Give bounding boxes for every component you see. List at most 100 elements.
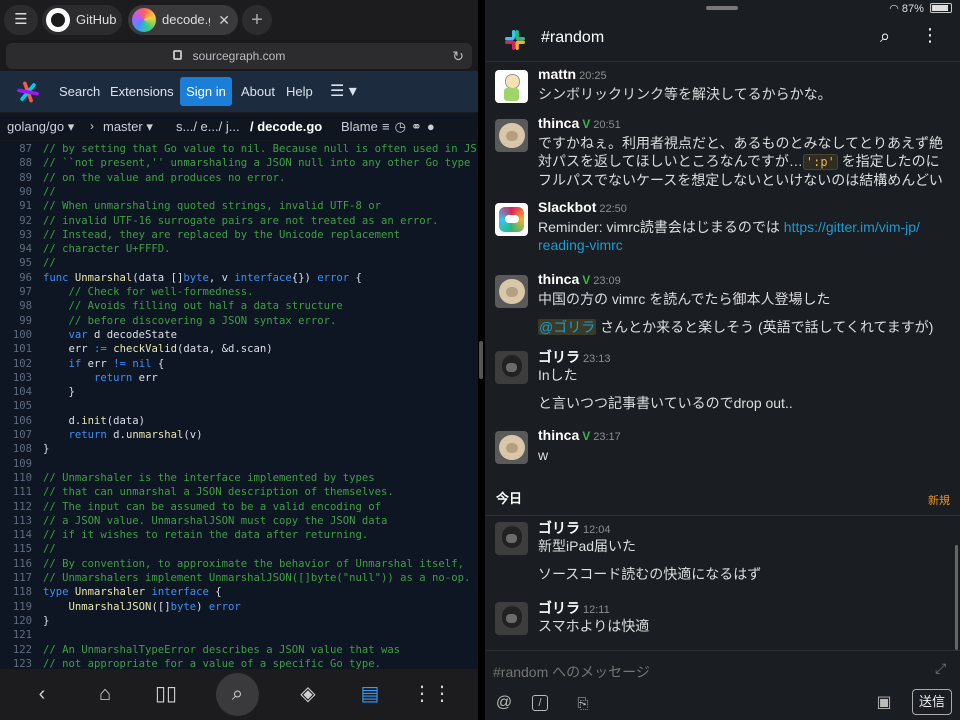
address-bar[interactable]: sourcegraph.com ↻ (6, 43, 472, 69)
sign-in-button[interactable]: Sign in (180, 77, 232, 106)
line-number[interactable]: 98 (0, 299, 32, 313)
sourcegraph-logo[interactable] (16, 80, 40, 104)
line-number[interactable]: 89 (0, 171, 32, 185)
hyperlink[interactable]: https://gitter.im/vim-jp/ (784, 219, 920, 235)
line-number[interactable]: 121 (0, 628, 32, 642)
scrollbar[interactable] (955, 545, 958, 650)
timestamp[interactable]: 20:25 (579, 70, 607, 82)
avatar[interactable] (495, 70, 528, 103)
expand-icon[interactable]: ⤢ (935, 660, 946, 677)
new-tab-button[interactable]: + (242, 5, 272, 35)
line-number[interactable]: 103 (0, 371, 32, 385)
line-number[interactable]: 101 (0, 342, 32, 356)
channel-name[interactable]: #random (541, 29, 604, 47)
timestamp[interactable]: 23:13 (583, 353, 611, 365)
hyperlink[interactable]: reading-vimrc (538, 237, 623, 253)
grid-icon[interactable]: ⋮⋮ (412, 669, 452, 720)
branch-selector[interactable]: master ▾ (103, 113, 153, 140)
avatar[interactable] (495, 351, 528, 384)
username[interactable]: ゴリラ (538, 520, 580, 536)
line-number[interactable]: 108 (0, 442, 32, 456)
line-number[interactable]: 102 (0, 357, 32, 371)
reload-icon[interactable]: ↻ (452, 43, 464, 69)
tab-github[interactable]: GitHub (42, 5, 122, 35)
nav-about-link[interactable]: About (241, 71, 275, 112)
username[interactable]: thinca (538, 427, 579, 443)
message-input[interactable] (493, 661, 913, 683)
layers-icon[interactable]: ◈ (288, 669, 328, 720)
line-number[interactable]: 114 (0, 528, 32, 542)
attach-icon[interactable]: ⎘ (572, 693, 594, 713)
tab-menu-button[interactable]: ☰ (4, 5, 38, 35)
history-icon[interactable]: ◷ (395, 119, 411, 134)
nav-extensions-link[interactable]: Extensions (110, 71, 174, 112)
multitask-grabber[interactable] (706, 6, 738, 10)
username[interactable]: thinca (538, 271, 579, 287)
search-icon[interactable]: ⌕ (880, 26, 890, 47)
line-number[interactable]: 91 (0, 199, 32, 213)
message-list[interactable]: 今日 新規 mattn 20:25 シンボリックリンク等を解決してるからかな。 thi… (485, 63, 960, 649)
line-number[interactable]: 88 (0, 156, 32, 170)
line-number[interactable]: 117 (0, 571, 32, 585)
line-number[interactable]: 115 (0, 542, 32, 556)
line-number[interactable]: 116 (0, 557, 32, 571)
timestamp[interactable]: 22:50 (599, 203, 627, 215)
link-icon[interactable]: ⚭ (411, 119, 427, 134)
avatar[interactable] (495, 119, 528, 152)
line-number[interactable]: 109 (0, 457, 32, 471)
avatar[interactable] (495, 431, 528, 464)
photo-icon[interactable]: ▣ (873, 693, 895, 713)
timestamp[interactable]: 23:17 (593, 431, 621, 443)
avatar[interactable] (495, 602, 528, 635)
slack-logo[interactable] (503, 28, 527, 52)
avatar[interactable] (495, 275, 528, 308)
back-icon[interactable]: ‹ (22, 669, 62, 720)
slash-command-icon[interactable]: / (532, 695, 548, 711)
line-number[interactable]: 110 (0, 471, 32, 485)
line-number[interactable]: 105 (0, 399, 32, 413)
nav-menu-button[interactable]: ☰ ▾ (330, 71, 357, 112)
line-number[interactable]: 99 (0, 314, 32, 328)
blame-button[interactable]: Blame (341, 113, 378, 140)
line-number[interactable]: 119 (0, 600, 32, 614)
split-handle[interactable] (479, 341, 483, 379)
line-number[interactable]: 95 (0, 256, 32, 270)
avatar[interactable] (495, 522, 528, 555)
username[interactable]: ゴリラ (538, 600, 580, 616)
line-number[interactable]: 120 (0, 614, 32, 628)
search-icon[interactable]: ⌕ (216, 673, 259, 716)
mention-icon[interactable]: @ (493, 693, 515, 713)
timestamp[interactable]: 20:51 (593, 119, 621, 131)
avatar[interactable] (495, 203, 528, 236)
line-number[interactable]: 97 (0, 285, 32, 299)
username[interactable]: mattn (538, 66, 576, 82)
timestamp[interactable]: 12:11 (583, 604, 610, 616)
line-number[interactable]: 90 (0, 185, 32, 199)
send-button[interactable]: 送信 (912, 689, 952, 715)
line-number[interactable]: 111 (0, 485, 32, 499)
bookmark-icon[interactable]: ⌂ (85, 669, 125, 720)
user-mention[interactable]: @ゴリラ (538, 319, 597, 335)
repo-selector[interactable]: golang/go ▾ (7, 113, 74, 140)
line-number[interactable]: 94 (0, 242, 32, 256)
more-options-icon[interactable]: ⋮ (921, 25, 939, 46)
line-number[interactable]: 113 (0, 514, 32, 528)
line-number[interactable]: 92 (0, 214, 32, 228)
file-action-icons[interactable]: ≡◷⚭● (382, 113, 440, 140)
username[interactable]: ゴリラ (538, 349, 580, 365)
timestamp[interactable]: 12:04 (583, 524, 611, 536)
tab-decode-go[interactable]: decode.go ✕ (128, 5, 238, 35)
line-number[interactable]: 100 (0, 328, 32, 342)
username[interactable]: thinca (538, 115, 579, 131)
github-icon[interactable]: ● (427, 119, 440, 134)
line-number[interactable]: 112 (0, 500, 32, 514)
nav-help-link[interactable]: Help (286, 71, 313, 112)
line-number[interactable]: 93 (0, 228, 32, 242)
line-number[interactable]: 107 (0, 428, 32, 442)
username[interactable]: Slackbot (538, 199, 596, 215)
line-number[interactable]: 122 (0, 643, 32, 657)
close-tab-icon[interactable]: ✕ (218, 5, 230, 35)
path-segments[interactable]: s.../ e.../ j... (176, 113, 240, 140)
line-number[interactable]: 106 (0, 414, 32, 428)
line-number[interactable]: 104 (0, 385, 32, 399)
